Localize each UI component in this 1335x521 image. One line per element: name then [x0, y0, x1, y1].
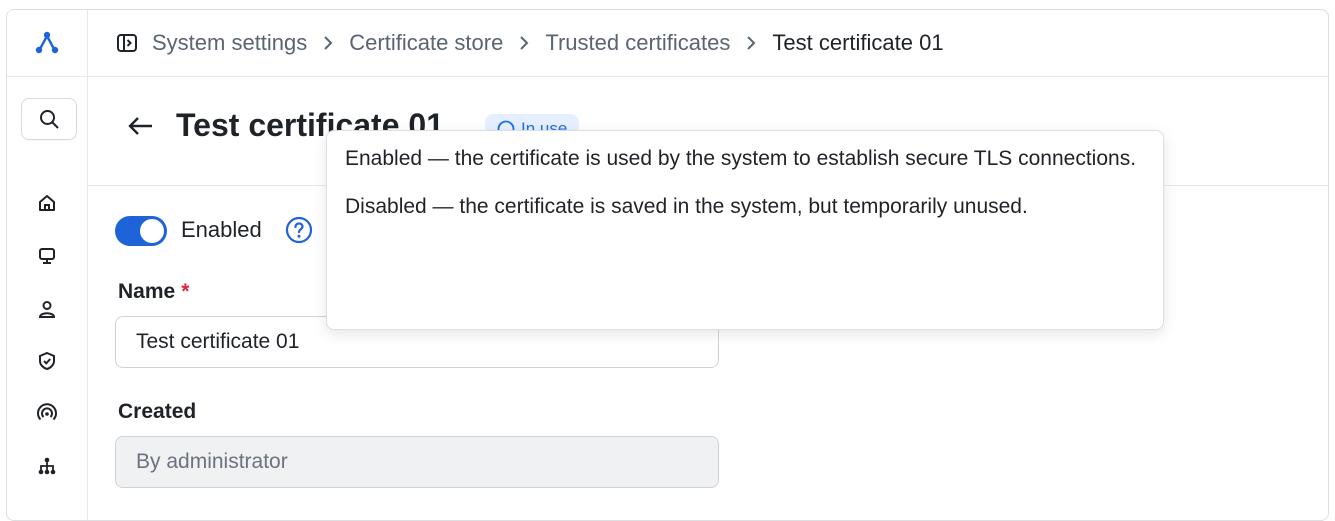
required-mark: *	[181, 280, 190, 303]
toggle-knob	[140, 219, 164, 243]
tooltip-disabled-text: Disabled — the certificate is saved in t…	[345, 195, 1028, 218]
created-label: Created	[118, 400, 197, 423]
search-icon	[40, 110, 59, 129]
hierarchy-icon	[38, 457, 56, 475]
user-icon	[38, 301, 56, 318]
app-window: System settings Certificate store Truste…	[6, 9, 1329, 521]
enabled-help-tooltip: Enabled — the certificate is used by the…	[326, 130, 1164, 330]
breadcrumb-certificate-store[interactable]: Certificate store	[349, 30, 503, 56]
sidebar	[7, 10, 88, 520]
nav-users[interactable]	[32, 294, 62, 324]
app-logo-icon	[35, 31, 59, 54]
nav-network[interactable]	[32, 398, 62, 428]
nav-security[interactable]	[32, 346, 62, 376]
nav-devices[interactable]	[32, 241, 62, 271]
breadcrumb-current: Test certificate 01	[772, 30, 944, 55]
monitor-icon	[39, 248, 55, 264]
name-label-text: Name	[118, 280, 176, 303]
search-button[interactable]	[21, 98, 77, 140]
broadcast-icon	[37, 403, 57, 421]
created-field: By administrator	[115, 436, 719, 488]
sidebar-toggle-icon[interactable]	[116, 32, 138, 54]
nav-home[interactable]	[32, 188, 62, 218]
enabled-toggle[interactable]	[115, 216, 167, 246]
help-icon[interactable]	[285, 216, 313, 249]
enabled-label: Enabled	[181, 217, 262, 242]
nav-structure[interactable]	[32, 451, 62, 481]
shield-icon	[39, 351, 55, 371]
breadcrumb-trusted-certificates[interactable]: Trusted certificates	[545, 30, 730, 56]
name-label: Name *	[118, 280, 189, 304]
app-logo[interactable]	[7, 10, 87, 77]
back-arrow-icon[interactable]	[128, 113, 154, 144]
tooltip-enabled-text: Enabled — the certificate is used by the…	[345, 147, 1137, 170]
home-icon	[39, 195, 55, 211]
chevron-right-icon	[323, 36, 333, 50]
breadcrumb: System settings Certificate store Truste…	[88, 10, 1328, 77]
chevron-right-icon	[519, 36, 529, 50]
chevron-right-icon	[746, 36, 756, 50]
breadcrumb-system-settings[interactable]: System settings	[152, 30, 307, 56]
